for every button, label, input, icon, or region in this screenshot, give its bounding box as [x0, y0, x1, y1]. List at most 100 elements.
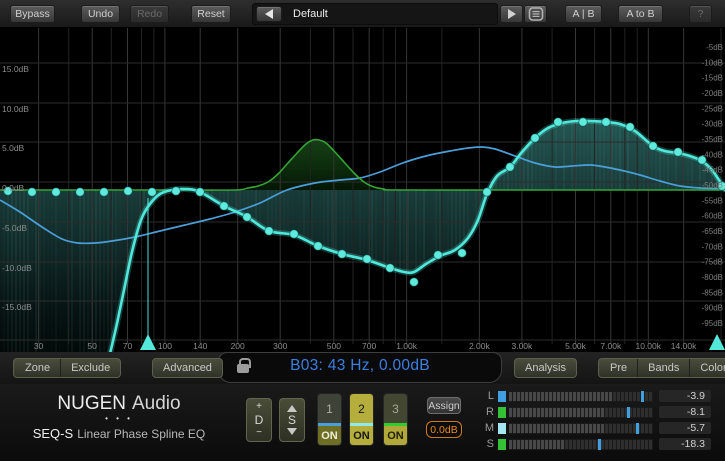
spline-control-dot[interactable]: [674, 148, 683, 157]
spline-control-dot[interactable]: [410, 278, 419, 287]
ab-compare-button[interactable]: A | B: [565, 5, 602, 23]
svg-text:-25dB: -25dB: [702, 104, 723, 113]
bands-button[interactable]: Bands: [637, 359, 689, 377]
advanced-button[interactable]: Advanced: [152, 358, 223, 378]
spline-control-dot[interactable]: [506, 163, 515, 172]
svg-text:2.00k: 2.00k: [469, 341, 491, 351]
meter-row-l: L-3.9: [482, 390, 711, 402]
spline-control-dot[interactable]: [602, 118, 611, 127]
spline-control-dot[interactable]: [28, 188, 37, 197]
spline-control-dot[interactable]: [649, 142, 658, 151]
meter-track: [509, 391, 653, 402]
exclude-button[interactable]: Exclude: [60, 359, 120, 377]
spline-control-dot[interactable]: [458, 249, 467, 258]
svg-text:0.0dB: 0.0dB: [2, 183, 25, 193]
band-1-button[interactable]: 1 ON: [317, 393, 342, 446]
spline-control-dot[interactable]: [531, 134, 540, 143]
spline-control-dot[interactable]: [386, 264, 395, 273]
delta-mode-button[interactable]: + D −: [246, 398, 272, 442]
spline-control-dot[interactable]: [100, 188, 109, 197]
assign-value[interactable]: 0.0dB: [426, 421, 462, 438]
control-bar: Zone Exclude Advanced B03: 43 Hz, 0.00dB…: [0, 352, 725, 384]
assign-button[interactable]: Assign: [427, 397, 461, 414]
spline-control-dot[interactable]: [243, 213, 252, 222]
svg-text:30: 30: [34, 341, 44, 351]
band-number: 2: [350, 394, 373, 423]
spline-control-dot[interactable]: [265, 227, 274, 236]
preset-prev-button[interactable]: [256, 6, 282, 22]
svg-text:-70dB: -70dB: [702, 242, 723, 251]
top-toolbar: Bypass Undo Redo Reset Default A | B A t…: [0, 0, 725, 28]
spline-control-dot[interactable]: [172, 187, 181, 196]
spline-control-dot[interactable]: [76, 188, 85, 197]
colors-button[interactable]: Colors: [689, 359, 725, 377]
analysis-button[interactable]: Analysis: [514, 358, 577, 378]
svg-text:-20dB: -20dB: [702, 89, 723, 98]
down-triangle-icon: [287, 428, 297, 435]
band-number: 3: [384, 394, 407, 423]
svg-text:140: 140: [193, 341, 207, 351]
spline-control-dot[interactable]: [124, 187, 133, 196]
svg-text:-10dB: -10dB: [702, 58, 723, 67]
pre-button[interactable]: Pre: [599, 359, 637, 377]
solo-label: S: [288, 414, 296, 426]
spline-control-dot[interactable]: [434, 251, 443, 260]
minus-icon: −: [256, 428, 262, 438]
eq-graph[interactable]: 15.0dB10.0dB5.0dB0.0dB-5.0dB-10.0dB-15.0…: [0, 28, 725, 352]
band-on-toggle[interactable]: ON: [318, 426, 341, 445]
product-desc: Linear Phase Spline EQ: [77, 427, 205, 441]
svg-text:3.00k: 3.00k: [511, 341, 533, 351]
preset-play-button[interactable]: [500, 5, 523, 23]
spline-control-dot[interactable]: [52, 188, 61, 197]
svg-text:-65dB: -65dB: [702, 227, 723, 236]
svg-text:-75dB: -75dB: [702, 258, 723, 267]
brand-dots: • • •: [24, 414, 214, 423]
bypass-button[interactable]: Bypass: [10, 5, 55, 23]
meter-row-s: S-18.3: [482, 438, 711, 450]
spline-control-dot[interactable]: [579, 118, 588, 127]
svg-text:500: 500: [327, 341, 341, 351]
svg-text:1.00k: 1.00k: [396, 341, 418, 351]
svg-text:-50dB: -50dB: [702, 181, 723, 190]
undo-button[interactable]: Undo: [81, 5, 120, 23]
meter-peak-marker: [598, 439, 601, 450]
svg-text:-80dB: -80dB: [702, 273, 723, 282]
meter-input-chip: [498, 407, 506, 418]
reset-button[interactable]: Reset: [191, 5, 231, 23]
spline-control-dot[interactable]: [626, 123, 635, 132]
svg-text:-95dB: -95dB: [702, 319, 723, 328]
svg-text:-35dB: -35dB: [702, 135, 723, 144]
a-to-b-button[interactable]: A to B: [618, 5, 663, 23]
zone-button[interactable]: Zone: [14, 359, 60, 377]
spline-control-dot[interactable]: [220, 202, 229, 211]
spline-control-dot[interactable]: [338, 250, 347, 259]
spline-control-dot[interactable]: [554, 118, 563, 127]
meter-input-chip: [498, 439, 506, 450]
band-3-button[interactable]: 3 ON: [383, 393, 408, 446]
spline-control-dot[interactable]: [363, 255, 372, 264]
svg-text:5.0dB: 5.0dB: [2, 143, 25, 153]
band-2-button[interactable]: 2 ON: [349, 393, 374, 446]
help-button[interactable]: ?: [689, 5, 712, 23]
meter-channel-label: L: [482, 390, 494, 402]
spline-control-dot[interactable]: [196, 188, 205, 197]
svg-text:-60dB: -60dB: [702, 212, 723, 221]
svg-text:-45dB: -45dB: [702, 166, 723, 175]
spline-control-dot[interactable]: [314, 242, 323, 251]
solo-spread-button[interactable]: S: [279, 398, 305, 442]
band-number: 1: [318, 394, 341, 423]
pre-bands-colors-group: Pre Bands Colors: [598, 358, 725, 378]
delta-label: D: [255, 414, 264, 426]
spline-control-dot[interactable]: [290, 230, 299, 239]
svg-text:-85dB: -85dB: [702, 288, 723, 297]
preset-field: Default: [252, 3, 498, 25]
meter-value: -8.1: [659, 406, 711, 418]
band-on-toggle[interactable]: ON: [350, 426, 373, 445]
preset-list-button[interactable]: [524, 5, 547, 23]
spline-control-dot[interactable]: [483, 188, 492, 197]
redo-button[interactable]: Redo: [130, 5, 169, 23]
svg-text:-15dB: -15dB: [702, 74, 723, 83]
band-on-toggle[interactable]: ON: [384, 426, 407, 445]
brand-suffix: Audio: [132, 393, 181, 414]
spline-control-dot[interactable]: [148, 188, 157, 197]
